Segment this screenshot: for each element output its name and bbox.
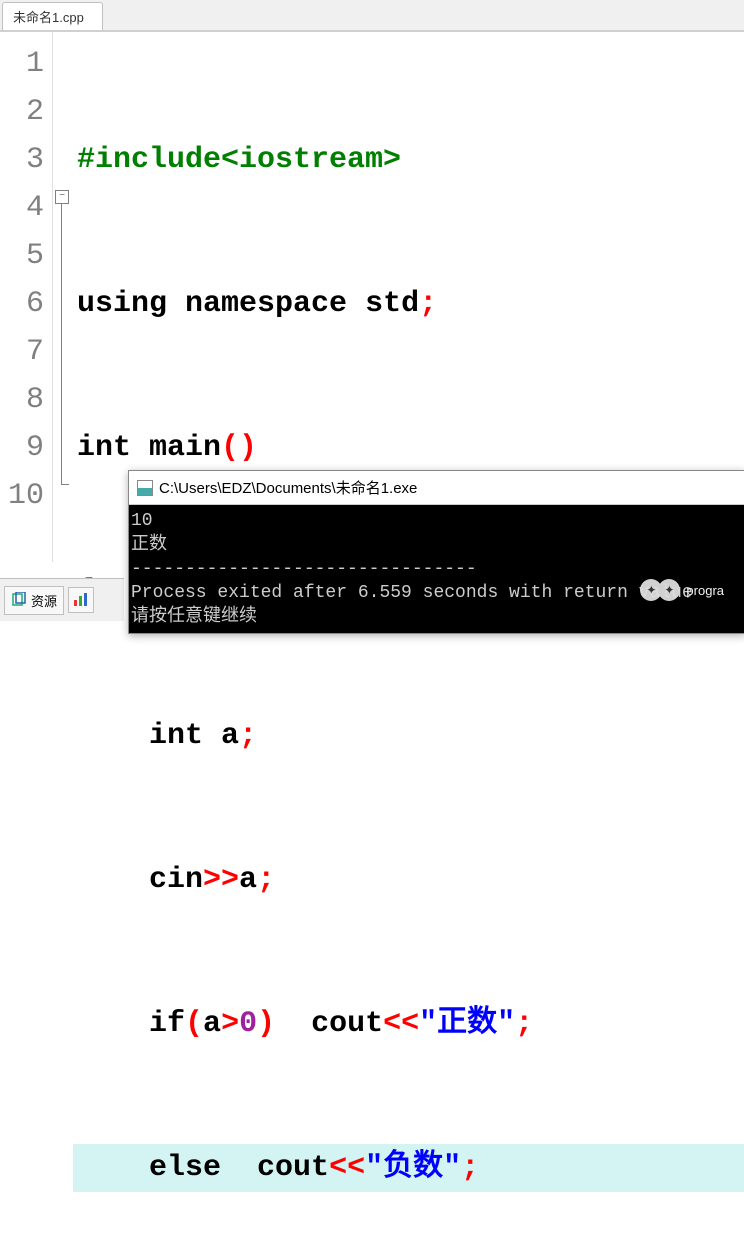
console-line: Process exited after 6.559 seconds with … bbox=[131, 583, 693, 603]
chart-tab[interactable] bbox=[68, 587, 94, 613]
line-number: 8 bbox=[0, 376, 52, 424]
code-line: using namespace std; bbox=[77, 280, 744, 328]
fold-guide-end bbox=[61, 484, 69, 485]
line-number: 7 bbox=[0, 328, 52, 376]
line-number: 10 bbox=[0, 472, 52, 520]
console-output[interactable]: 10 正数 -------------------------------- P… bbox=[129, 505, 744, 633]
watermark-text: progra bbox=[686, 583, 724, 598]
console-line: -------------------------------- bbox=[131, 559, 477, 579]
resources-tab[interactable]: 资源 bbox=[4, 586, 64, 615]
line-number: 4 bbox=[0, 184, 52, 232]
bottom-panel-tabs: 资源 bbox=[0, 578, 124, 621]
file-tab-label: 未命名1.cpp bbox=[13, 10, 84, 25]
console-line: 10 bbox=[131, 511, 153, 531]
console-line: 正数 bbox=[131, 535, 167, 555]
line-number-gutter: 1 2 3 4 5 6 7 8 9 10 bbox=[0, 32, 53, 562]
console-titlebar[interactable]: C:\Users\EDZ\Documents\未命名1.exe bbox=[129, 471, 744, 505]
line-number: 5 bbox=[0, 232, 52, 280]
console-line: 请按任意键继续 bbox=[131, 607, 257, 627]
line-number: 1 bbox=[0, 40, 52, 88]
watermark: ✦ ✦ progra bbox=[640, 579, 724, 601]
tab-bar: 未命名1.cpp bbox=[0, 0, 744, 31]
code-line: int a; bbox=[77, 712, 744, 760]
console-title-text: C:\Users\EDZ\Documents\未命名1.exe bbox=[159, 477, 417, 498]
console-window: C:\Users\EDZ\Documents\未命名1.exe 10 正数 --… bbox=[128, 470, 744, 634]
fold-column: − bbox=[53, 32, 73, 562]
fold-toggle-icon[interactable]: − bbox=[55, 190, 69, 204]
line-number: 3 bbox=[0, 136, 52, 184]
code-line: cin>>a; bbox=[77, 856, 744, 904]
bar-chart-icon bbox=[73, 592, 89, 608]
code-line-current: else cout<<"负数"; bbox=[73, 1144, 744, 1192]
console-app-icon bbox=[137, 480, 153, 496]
resources-tab-label: 资源 bbox=[31, 591, 57, 610]
code-line: int main() bbox=[77, 424, 744, 472]
code-line: if(a>0) cout<<"正数"; bbox=[77, 1000, 744, 1048]
line-number: 2 bbox=[0, 88, 52, 136]
line-number: 9 bbox=[0, 424, 52, 472]
file-tab[interactable]: 未命名1.cpp bbox=[2, 2, 103, 30]
code-line: #include<iostream> bbox=[77, 136, 744, 184]
line-number: 6 bbox=[0, 280, 52, 328]
fold-guide bbox=[61, 204, 62, 484]
wechat-icon: ✦ bbox=[658, 579, 680, 601]
copy-icon bbox=[11, 592, 27, 608]
